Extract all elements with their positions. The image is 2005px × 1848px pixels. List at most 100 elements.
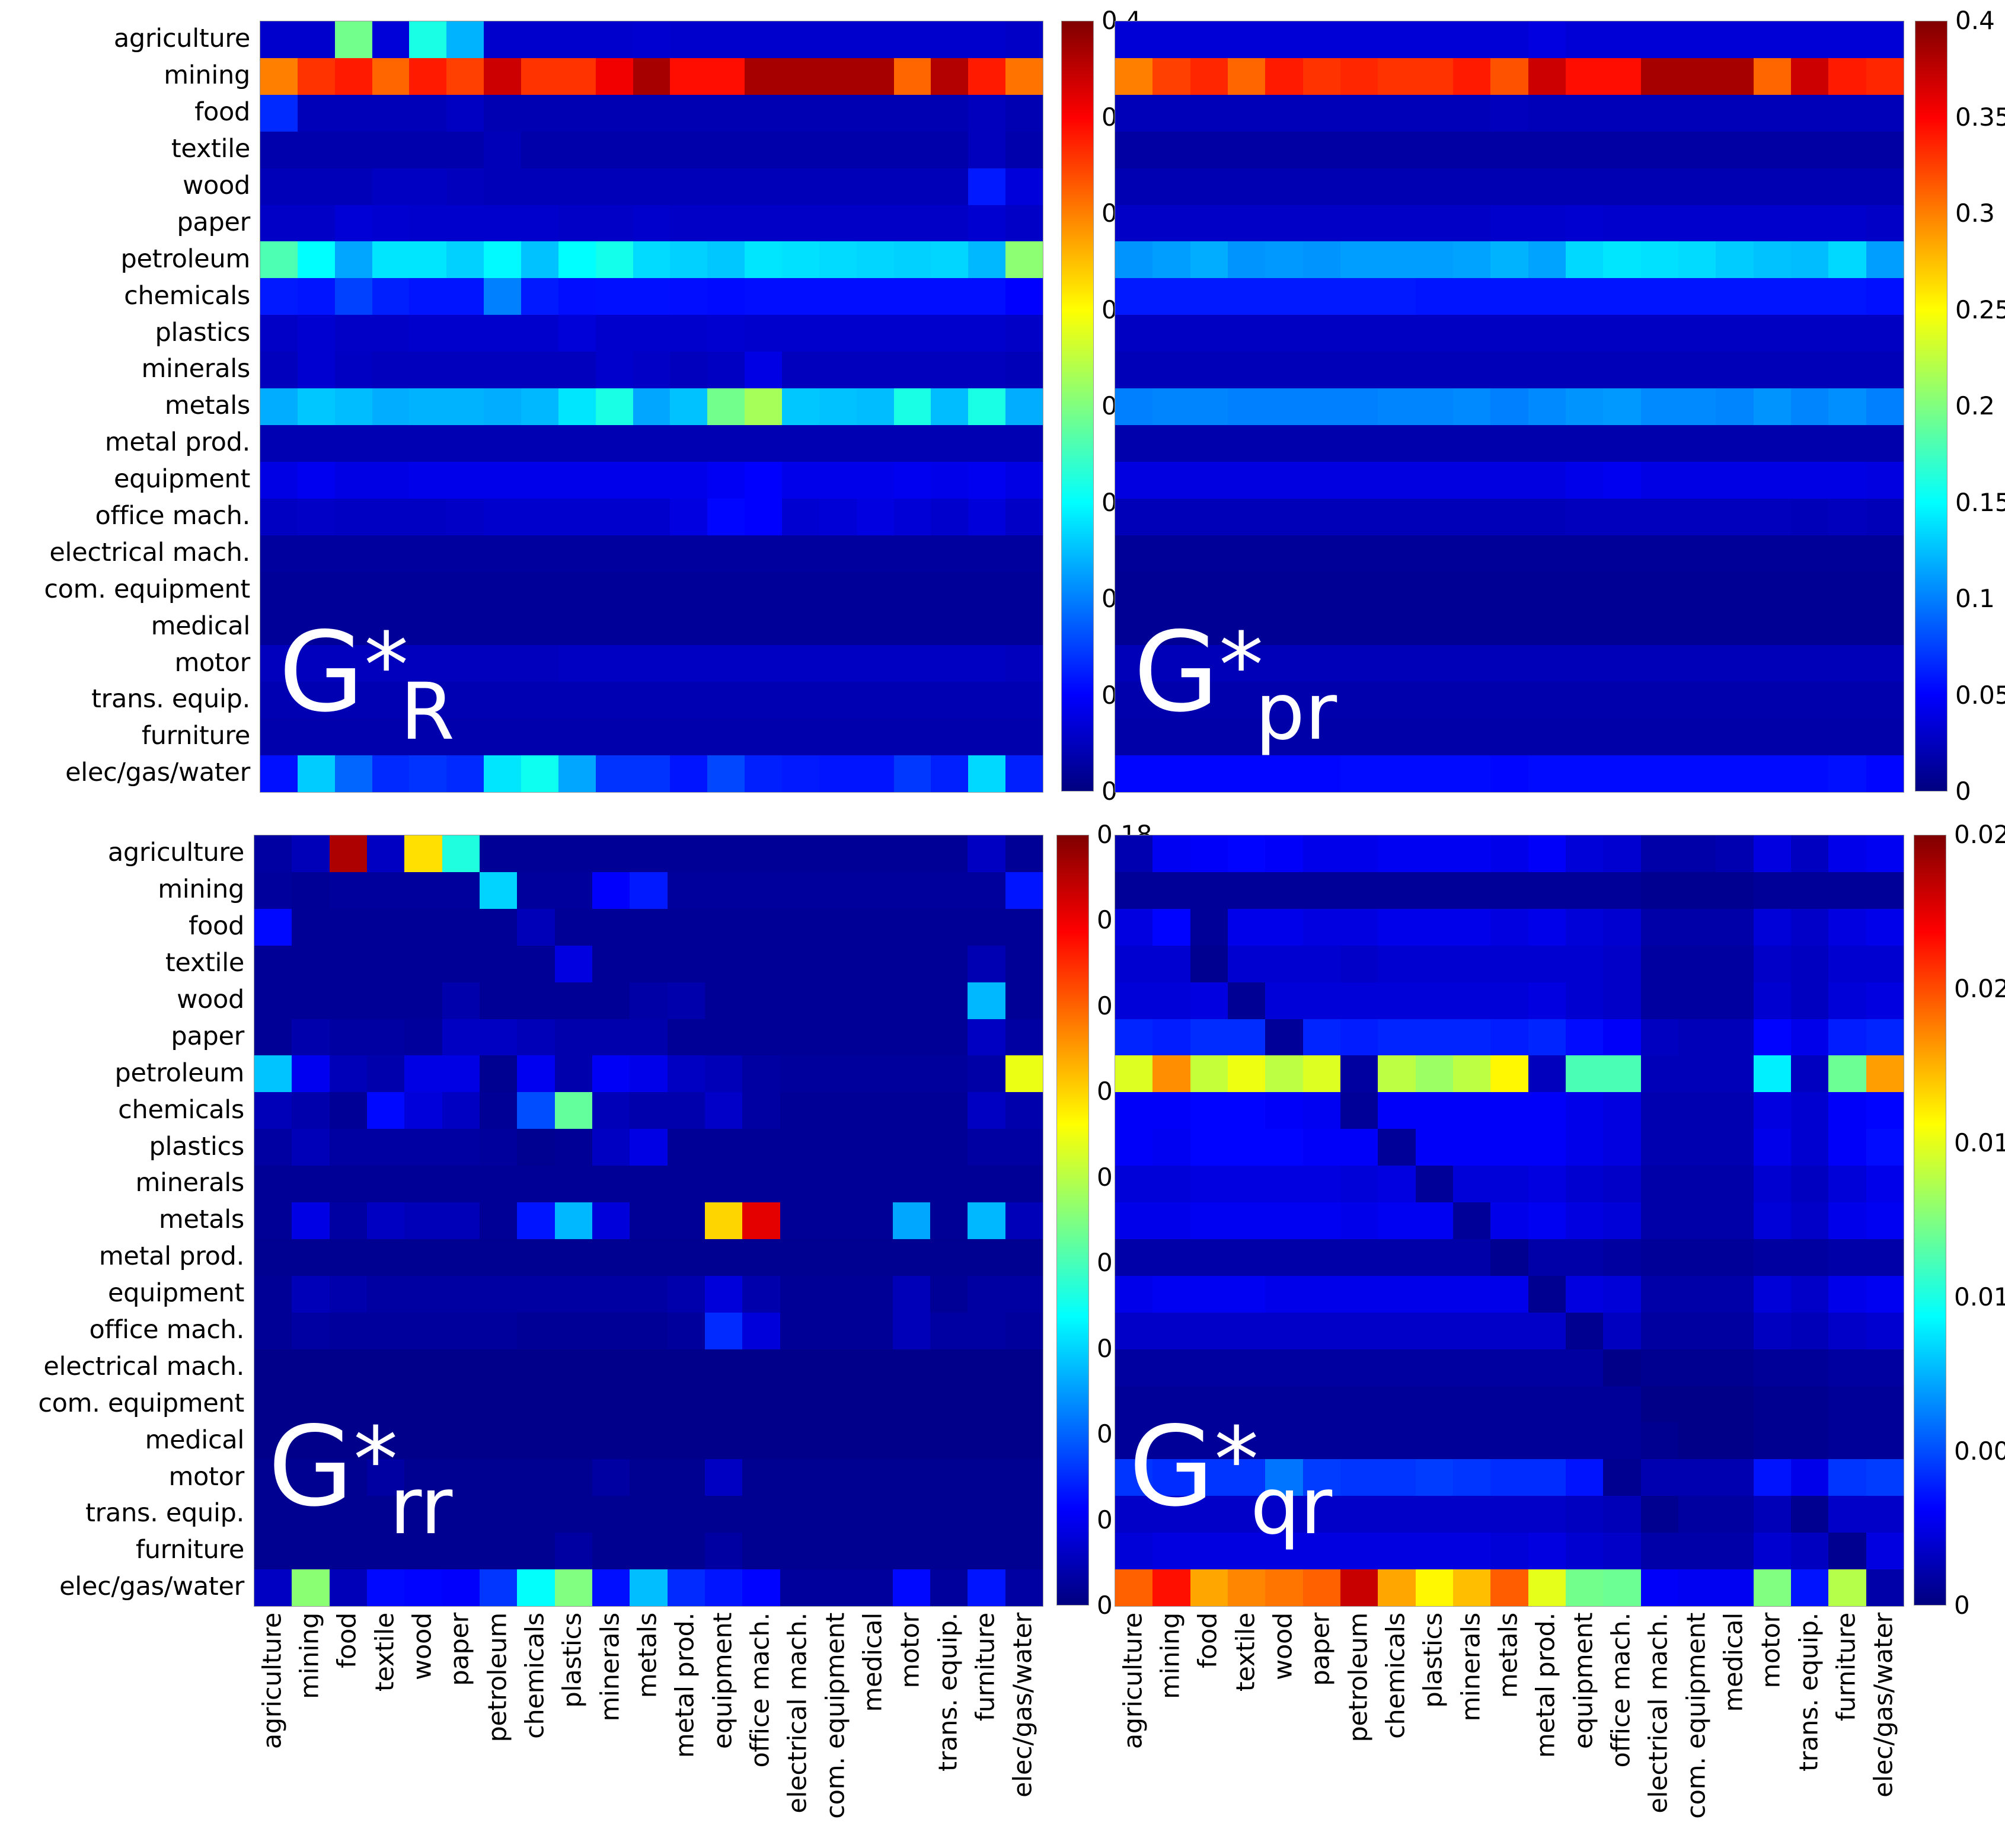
heatmap-cell[interactable]: [1190, 1496, 1228, 1533]
heatmap-cell[interactable]: [704, 1275, 743, 1313]
heatmap-cell[interactable]: [1565, 1459, 1604, 1496]
heatmap-cell[interactable]: [1190, 58, 1228, 95]
heatmap-cell[interactable]: [892, 1533, 930, 1570]
heatmap-cell[interactable]: [667, 1055, 705, 1093]
heatmap-cell[interactable]: [1452, 278, 1491, 315]
heatmap-cell[interactable]: [554, 1202, 592, 1239]
heatmap-cell[interactable]: [1603, 278, 1641, 315]
heatmap-cell[interactable]: [1415, 1349, 1453, 1386]
heatmap-cell[interactable]: [554, 1166, 592, 1203]
heatmap-cell[interactable]: [1828, 1386, 1866, 1423]
heatmap-cell[interactable]: [780, 945, 818, 982]
heatmap-cell[interactable]: [517, 1239, 555, 1276]
heatmap-cell[interactable]: [1640, 1569, 1678, 1606]
heatmap-cell[interactable]: [1302, 425, 1340, 462]
heatmap-cell[interactable]: [1340, 1019, 1378, 1056]
heatmap-cell[interactable]: [521, 572, 558, 609]
heatmap-cell[interactable]: [1866, 645, 1904, 682]
heatmap-cell[interactable]: [1565, 1533, 1604, 1570]
heatmap-cell[interactable]: [1753, 645, 1791, 682]
heatmap-cell[interactable]: [1565, 1239, 1604, 1276]
heatmap-cell[interactable]: [1190, 608, 1228, 646]
heatmap-cell[interactable]: [1866, 719, 1904, 756]
heatmap-cell[interactable]: [1340, 94, 1378, 132]
heatmap-cell[interactable]: [782, 278, 819, 315]
heatmap-cell[interactable]: [292, 1202, 330, 1239]
heatmap-cell[interactable]: [1640, 498, 1678, 535]
heatmap-cell[interactable]: [1678, 755, 1716, 792]
heatmap-cell[interactable]: [1603, 1129, 1641, 1166]
heatmap-cell[interactable]: [1265, 1349, 1303, 1386]
heatmap-cell[interactable]: [1866, 352, 1904, 389]
heatmap-cell[interactable]: [782, 719, 819, 756]
heatmap-cell[interactable]: [1340, 1166, 1378, 1203]
heatmap-cell[interactable]: [334, 645, 372, 682]
heatmap-cell[interactable]: [1603, 1275, 1641, 1313]
heatmap-cell[interactable]: [558, 205, 596, 242]
heatmap-cell[interactable]: [595, 58, 633, 95]
heatmap-cell[interactable]: [667, 982, 705, 1019]
heatmap-cell[interactable]: [1678, 1129, 1716, 1166]
heatmap-cell[interactable]: [1678, 1239, 1716, 1276]
heatmap-cell[interactable]: [892, 1202, 930, 1239]
heatmap-cell[interactable]: [329, 1496, 367, 1533]
heatmap-cell[interactable]: [409, 572, 447, 609]
heatmap-cell[interactable]: [856, 425, 894, 462]
heatmap-cell[interactable]: [442, 945, 480, 982]
heatmap-cell[interactable]: [1790, 1129, 1829, 1166]
heatmap-cell[interactable]: [817, 1533, 855, 1570]
heatmap-cell[interactable]: [817, 1459, 855, 1496]
heatmap-cell[interactable]: [1302, 1055, 1340, 1093]
heatmap-cell[interactable]: [1452, 1092, 1491, 1129]
heatmap-cell[interactable]: [1302, 908, 1340, 946]
heatmap-cell[interactable]: [819, 645, 857, 682]
heatmap-cell[interactable]: [1227, 58, 1266, 95]
heatmap-cell[interactable]: [260, 461, 298, 499]
heatmap-cell[interactable]: [254, 1202, 292, 1239]
heatmap-cell[interactable]: [1452, 58, 1491, 95]
heatmap-cell[interactable]: [1152, 1349, 1190, 1386]
heatmap-cell[interactable]: [254, 835, 292, 872]
heatmap-cell[interactable]: [1452, 645, 1491, 682]
heatmap-cell[interactable]: [968, 682, 1006, 719]
heatmap-cell[interactable]: [1340, 205, 1378, 242]
heatmap-cell[interactable]: [292, 1459, 330, 1496]
heatmap-cell[interactable]: [329, 1459, 367, 1496]
heatmap-cell[interactable]: [1603, 205, 1641, 242]
heatmap-cell[interactable]: [484, 94, 521, 132]
heatmap-cell[interactable]: [1227, 572, 1266, 609]
heatmap-cell[interactable]: [1452, 908, 1491, 946]
heatmap-cell[interactable]: [1378, 1496, 1416, 1533]
heatmap-cell[interactable]: [1227, 1166, 1266, 1203]
heatmap-cell[interactable]: [1190, 205, 1228, 242]
heatmap-cell[interactable]: [1115, 1533, 1153, 1570]
heatmap-cell[interactable]: [1603, 719, 1641, 756]
heatmap-cell[interactable]: [592, 1422, 630, 1460]
heatmap-cell[interactable]: [630, 908, 668, 946]
heatmap-cell[interactable]: [892, 1092, 930, 1129]
heatmap-cell[interactable]: [1227, 1312, 1266, 1349]
heatmap-cell[interactable]: [745, 21, 782, 58]
heatmap-cell[interactable]: [968, 388, 1006, 425]
heatmap-cell[interactable]: [742, 1275, 780, 1313]
heatmap-cell[interactable]: [1152, 352, 1190, 389]
heatmap-cell[interactable]: [707, 461, 745, 499]
heatmap-cell[interactable]: [1716, 755, 1754, 792]
heatmap-cell[interactable]: [817, 1349, 855, 1386]
heatmap-cell[interactable]: [292, 945, 330, 982]
heatmap-cell[interactable]: [1452, 945, 1491, 982]
heatmap-cell[interactable]: [484, 645, 521, 682]
heatmap-cell[interactable]: [260, 131, 298, 168]
heatmap-cell[interactable]: [1115, 982, 1153, 1019]
heatmap-cell[interactable]: [1227, 945, 1266, 982]
heatmap-cell[interactable]: [1340, 1055, 1378, 1093]
heatmap-cell[interactable]: [1866, 1422, 1904, 1460]
heatmap-cell[interactable]: [856, 58, 894, 95]
heatmap-cell[interactable]: [260, 498, 298, 535]
heatmap-cell[interactable]: [930, 1166, 968, 1203]
heatmap-cell[interactable]: [1378, 1533, 1416, 1570]
heatmap-cell[interactable]: [1528, 241, 1566, 279]
heatmap-cell[interactable]: [1227, 1202, 1266, 1239]
heatmap-cell[interactable]: [1565, 425, 1604, 462]
heatmap-cell[interactable]: [1790, 1166, 1829, 1203]
